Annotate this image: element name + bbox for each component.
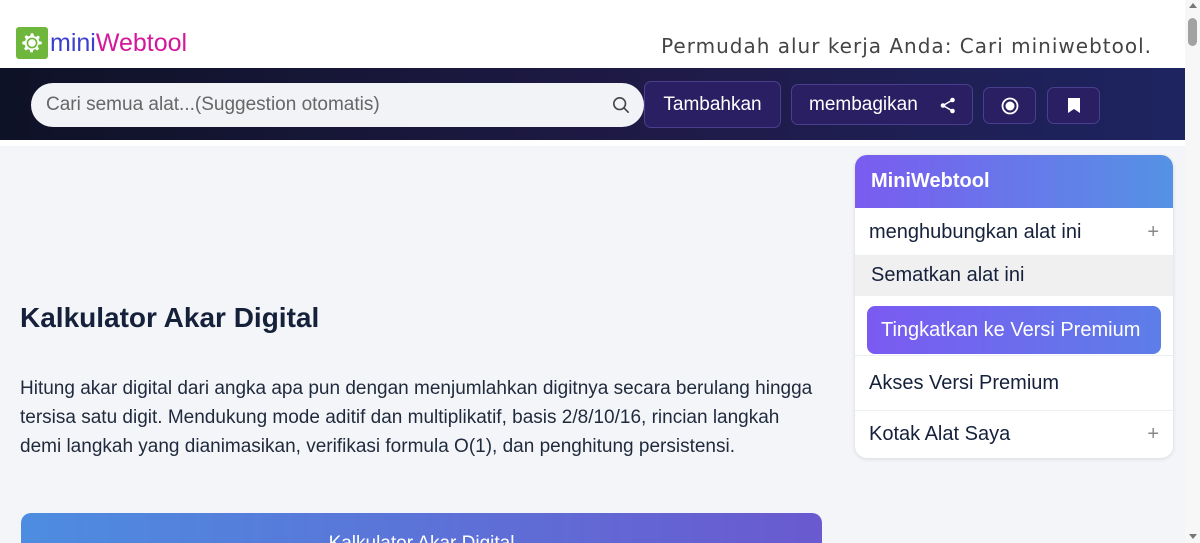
my-toolbox-item[interactable]: Kotak Alat Saya +: [855, 411, 1173, 457]
tagline: Permudah alur kerja Anda: Cari miniwebto…: [661, 34, 1152, 58]
share-button-label: membagikan: [809, 93, 918, 115]
nav-bar: Cari semua alat...(Suggestion otomatis) …: [0, 68, 1185, 140]
calculator-card-title: Kalkulator Akar Digital: [21, 533, 822, 543]
premium-wrap: Tingkatkan ke Versi Premium: [855, 296, 1173, 356]
scroll-up-arrow-icon[interactable]: [1189, 3, 1197, 8]
bookmark-icon: [1067, 98, 1080, 113]
radio-button-icon: [1001, 97, 1018, 114]
page-title: Kalkulator Akar Digital: [20, 302, 320, 333]
side-panel: MiniWebtool menghubungkan alat ini + Sem…: [855, 155, 1173, 458]
scroll-thumb[interactable]: [1188, 18, 1197, 46]
bookmark-button[interactable]: [1047, 87, 1100, 124]
page-description: Hitung akar digital dari angka apa pun d…: [20, 378, 813, 457]
logo-mini-text: mini: [50, 29, 96, 57]
expand-plus-icon[interactable]: +: [1147, 411, 1159, 457]
add-button[interactable]: Tambahkan: [644, 81, 781, 128]
my-toolbox-label: Kotak Alat Saya: [869, 423, 1011, 445]
search-icon[interactable]: [612, 96, 630, 114]
calculator-card: Kalkulator Akar Digital: [21, 513, 822, 543]
search-placeholder: Cari semua alat...(Suggestion otomatis): [46, 94, 380, 115]
radio-button[interactable]: [983, 87, 1036, 124]
logo-text: miniWebtool: [50, 27, 187, 59]
share-icon: [940, 97, 955, 114]
link-tool-label: menghubungkan alat ini: [869, 221, 1082, 243]
embed-tool-item[interactable]: Sematkan alat ini: [855, 256, 1173, 296]
side-panel-title: MiniWebtool: [855, 155, 1173, 208]
top-header: miniWebtool Permudah alur kerja Anda: Ca…: [0, 0, 1185, 68]
expand-plus-icon[interactable]: +: [1147, 208, 1159, 256]
site-logo[interactable]: miniWebtool: [16, 27, 187, 59]
nav-divider: [0, 140, 1185, 146]
upgrade-premium-button[interactable]: Tingkatkan ke Versi Premium: [867, 306, 1161, 354]
search-input[interactable]: Cari semua alat...(Suggestion otomatis): [31, 83, 644, 127]
share-button[interactable]: membagikan: [791, 84, 973, 125]
access-premium-item[interactable]: Akses Versi Premium: [855, 356, 1173, 411]
page-scrollbar[interactable]: [1185, 0, 1200, 543]
scroll-down-arrow-icon[interactable]: [1189, 534, 1197, 539]
gear-icon: [16, 27, 48, 59]
link-tool-item[interactable]: menghubungkan alat ini +: [855, 208, 1173, 256]
logo-webtool-text: Webtool: [95, 29, 188, 57]
